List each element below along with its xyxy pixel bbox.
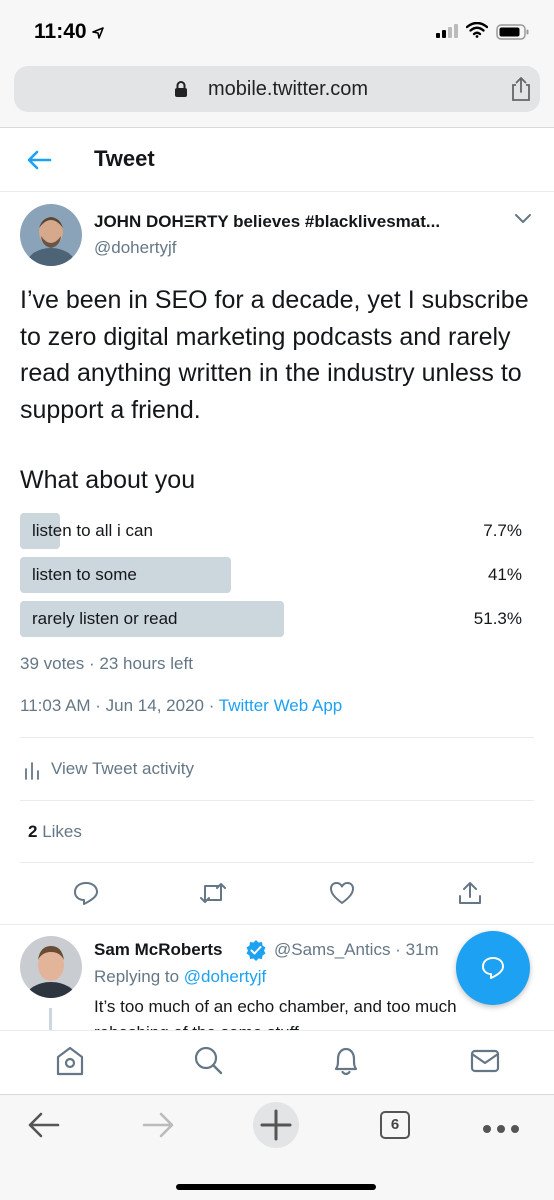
battery-icon [496, 24, 530, 45]
poll-option: listen to some 41% [20, 557, 534, 593]
author-name[interactable]: JOHN DOHΞRTY believes #blacklivesmat... [94, 212, 440, 232]
tabs-icon[interactable]: 6 [380, 1111, 410, 1139]
activity-chart-icon [24, 761, 40, 786]
wifi-icon [465, 21, 489, 43]
tweet-timestamp-row: 11:03 AM · Jun 14, 2020 · Twitter Web Ap… [20, 696, 342, 716]
safari-back-icon[interactable] [26, 1107, 60, 1148]
chevron-down-icon[interactable] [514, 212, 532, 230]
status-time: 11:40 [34, 20, 87, 43]
url-text: mobile.twitter.com [208, 78, 369, 100]
replying-to-handle[interactable]: @dohertyjf [184, 967, 266, 986]
browser-top-bar: mobile.twitter.com [0, 62, 554, 128]
reply-author-name[interactable]: Sam McRoberts [94, 940, 222, 960]
tweet-text: I’ve been in SEO for a decade, yet I sub… [20, 286, 529, 424]
new-tab-icon[interactable] [252, 1101, 300, 1154]
poll-option: listen to all i can 7.7% [20, 513, 534, 549]
reply-text: It’s too much of an echo chamber, and to… [94, 997, 457, 1030]
verified-icon [245, 939, 267, 966]
signal-icon [436, 24, 460, 43]
back-arrow-icon[interactable] [24, 148, 54, 172]
divider [20, 862, 534, 863]
author-handle[interactable]: @dohertyjf [94, 238, 176, 258]
retweet-icon[interactable] [199, 880, 227, 911]
poll-question: What about you [20, 466, 196, 494]
reply-handle-time: @Sams_Antics · 31m [274, 940, 439, 959]
bottom-nav [0, 1030, 554, 1094]
compose-button[interactable] [456, 931, 530, 1005]
poll-option-percent: 51.3% [473, 609, 522, 628]
thread-line [49, 1008, 52, 1030]
poll-option: rarely listen or read 51.3% [20, 601, 534, 637]
likes-label: Likes [37, 822, 82, 841]
replying-to: Replying to @dohertyjf [94, 967, 266, 987]
replying-to-prefix: Replying to [94, 967, 184, 986]
tweet-header: Tweet [0, 128, 554, 192]
divider [20, 737, 534, 738]
divider [0, 924, 554, 925]
view-tweet-activity-link[interactable]: View Tweet activity [51, 759, 194, 779]
poll-option-label: listen to some [32, 565, 137, 584]
poll-option-percent: 7.7% [483, 521, 522, 540]
like-icon[interactable] [329, 880, 355, 911]
home-icon[interactable] [55, 1045, 85, 1082]
safari-forward-icon[interactable] [142, 1107, 176, 1148]
tweet-source-link[interactable]: Twitter Web App [219, 696, 342, 715]
author-avatar[interactable] [20, 204, 82, 266]
poll-option-label: listen to all i can [32, 521, 153, 540]
reply-avatar[interactable] [20, 936, 82, 998]
reply-icon[interactable] [73, 880, 99, 911]
tweet-timestamp: 11:03 AM · Jun 14, 2020 · [20, 696, 219, 715]
notifications-icon[interactable] [331, 1045, 361, 1082]
page-title: Tweet [94, 146, 155, 171]
divider [20, 800, 534, 801]
status-bar: 11:40 [0, 0, 554, 62]
poll-option-percent: 41% [487, 565, 522, 584]
poll-meta: 39 votes · 23 hours left [20, 654, 193, 673]
likes-count[interactable]: 2 Likes [28, 822, 82, 842]
poll-option-label: rarely listen or read [32, 609, 178, 628]
messages-icon[interactable] [469, 1045, 501, 1082]
location-arrow-icon [92, 26, 104, 44]
share-icon[interactable] [510, 76, 532, 107]
search-icon[interactable] [193, 1045, 223, 1082]
share-tweet-icon[interactable] [457, 880, 483, 911]
home-indicator [176, 1184, 376, 1190]
compose-icon [480, 955, 506, 986]
url-bar[interactable]: mobile.twitter.com [14, 66, 540, 112]
more-icon[interactable] [482, 1121, 520, 1139]
lock-icon [174, 80, 188, 103]
